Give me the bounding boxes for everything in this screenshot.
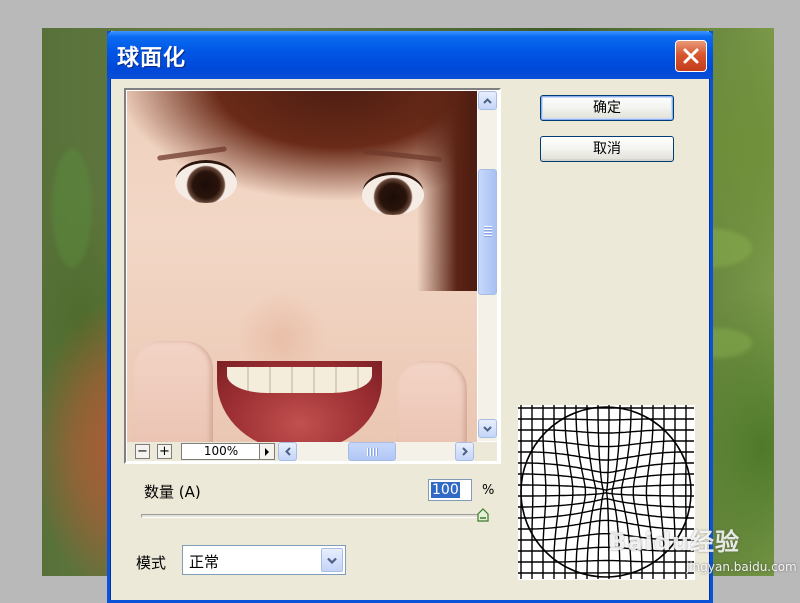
grid-line [543,405,546,579]
preview-pane[interactable]: − + 100% [124,88,501,464]
scroll-left-button[interactable] [278,442,297,461]
scroll-grip-line [484,226,492,227]
play-arrow-icon [264,448,270,456]
zoom-out-button[interactable]: − [135,444,150,459]
preview-mouth [217,361,382,442]
horizontal-scrollbar[interactable] [278,442,474,461]
close-button[interactable] [675,40,707,72]
scroll-right-button[interactable] [455,442,474,461]
background-leaf [52,148,92,268]
amount-value: 100 [431,482,460,498]
scroll-right-arrow-icon [462,447,468,456]
grid-line [554,405,559,579]
mode-label: 模式 [136,552,166,573]
zoom-level[interactable]: 100% [181,443,261,460]
grid-line [518,499,694,507]
grid-line [518,419,694,420]
grid-line [587,405,596,579]
amount-label: 数量 (A) [144,481,201,502]
amount-slider[interactable] [141,514,487,518]
scroll-grip-line [484,232,492,233]
scroll-down-arrow-icon [483,426,492,432]
grid-line [518,474,694,483]
vertical-scrollbar[interactable] [478,91,497,441]
grid-line [518,485,694,490]
zoom-in-button[interactable]: + [157,444,172,459]
preview-hair-side [417,91,477,291]
watermark-url: jingyan.baidu.com [686,560,797,574]
preview-nose [237,291,327,371]
amount-input[interactable]: 100 [428,479,472,501]
watermark-text: Baidu经验 [608,522,740,557]
mode-value: 正常 [189,551,219,572]
grid-line [598,405,604,579]
preview-eye-right [362,175,424,215]
scroll-grip-line [370,448,371,456]
close-icon [682,47,700,65]
preview-eye-left [175,163,237,203]
preview-teeth [227,367,372,393]
scroll-grip-line [484,229,492,230]
grid-line [518,493,694,496]
preview-hand-right [397,361,467,442]
vertical-scroll-thumb[interactable] [478,169,497,295]
preview-image[interactable] [127,91,477,442]
dialog-title: 球面化 [117,40,186,72]
scroll-grip-line [484,235,492,236]
scroll-left-arrow-icon [285,447,291,456]
scroll-grip-line [367,448,368,456]
dropdown-arrow-icon [327,557,337,564]
spherize-dialog: 球面化 [107,31,713,603]
horizontal-scroll-thumb[interactable] [348,442,396,461]
mode-select[interactable]: 正常 [182,545,346,575]
zoom-menu-button[interactable] [259,443,275,460]
scroll-grip-line [373,448,374,456]
scroll-up-button[interactable] [478,91,497,110]
scroll-down-button[interactable] [478,419,497,438]
grid-line [518,561,694,563]
grid-line [532,405,533,579]
amount-unit: % [482,483,494,498]
preview-hand-left [133,341,213,442]
grid-line [518,441,694,447]
scroll-up-arrow-icon [483,98,492,104]
slider-thumb-icon[interactable] [477,508,489,522]
cancel-button[interactable]: 取消 [540,136,674,162]
ok-button[interactable]: 确定 [540,95,674,121]
title-bar[interactable]: 球面化 [107,31,713,79]
preview-toolbar: − + 100% [127,442,497,461]
mode-dropdown-button[interactable] [321,548,343,572]
scroll-grip-line [376,448,377,456]
